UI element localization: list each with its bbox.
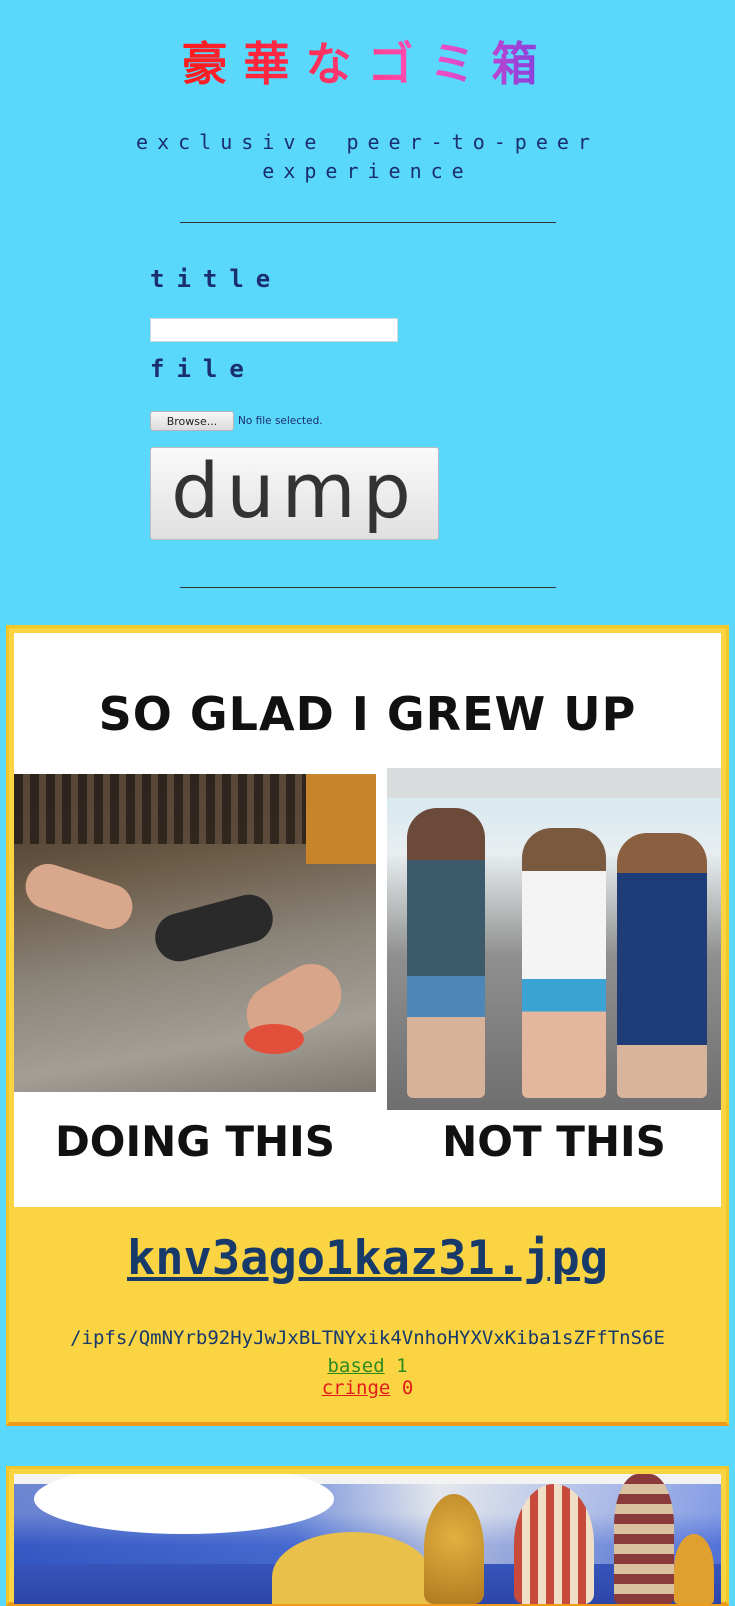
- post-ipfs-path: /ipfs/QmNYrb92HyJwJxBLTNYxik4VnhoHYXVxKi…: [70, 1327, 665, 1349]
- file-label: file: [150, 355, 256, 383]
- based-link[interactable]: based: [327, 1355, 384, 1377]
- post-image[interactable]: [14, 1474, 721, 1604]
- title-label: title: [150, 265, 283, 293]
- divider-top: [180, 222, 556, 223]
- based-vote: based 1: [9, 1355, 726, 1377]
- post-image[interactable]: SO GLAD I GREW UP DOING THIS NOT THIS: [14, 633, 721, 1207]
- browse-button[interactable]: Browse...: [150, 411, 234, 431]
- title-input[interactable]: [150, 318, 398, 342]
- meme-right-photo: [387, 768, 721, 1110]
- file-status: No file selected.: [238, 415, 323, 427]
- post-card: [6, 1466, 729, 1606]
- cringe-vote: cringe 0: [9, 1377, 726, 1399]
- site-header: 豪華なゴミ箱: [0, 36, 735, 92]
- divider-bottom: [180, 587, 556, 588]
- cringe-link[interactable]: cringe: [322, 1377, 391, 1399]
- based-count: 1: [396, 1355, 408, 1377]
- meme-top-text: SO GLAD I GREW UP: [98, 687, 637, 741]
- cringe-count: 0: [401, 1377, 414, 1399]
- meme-left-photo: [14, 774, 376, 1092]
- meme-right-caption: NOT THIS: [442, 1117, 666, 1166]
- post-card: SO GLAD I GREW UP DOING THIS NOT THIS kn…: [6, 625, 729, 1426]
- dump-button[interactable]: dump: [150, 446, 439, 540]
- file-input[interactable]: Browse... No file selected.: [150, 411, 323, 431]
- tagline: exclusive peer-to-peer experience: [136, 130, 599, 183]
- post-filename-link[interactable]: knv3ago1kaz31.jpg: [9, 1231, 726, 1286]
- meme-left-caption: DOING THIS: [54, 1117, 336, 1166]
- site-title: 豪華なゴミ箱: [181, 37, 554, 91]
